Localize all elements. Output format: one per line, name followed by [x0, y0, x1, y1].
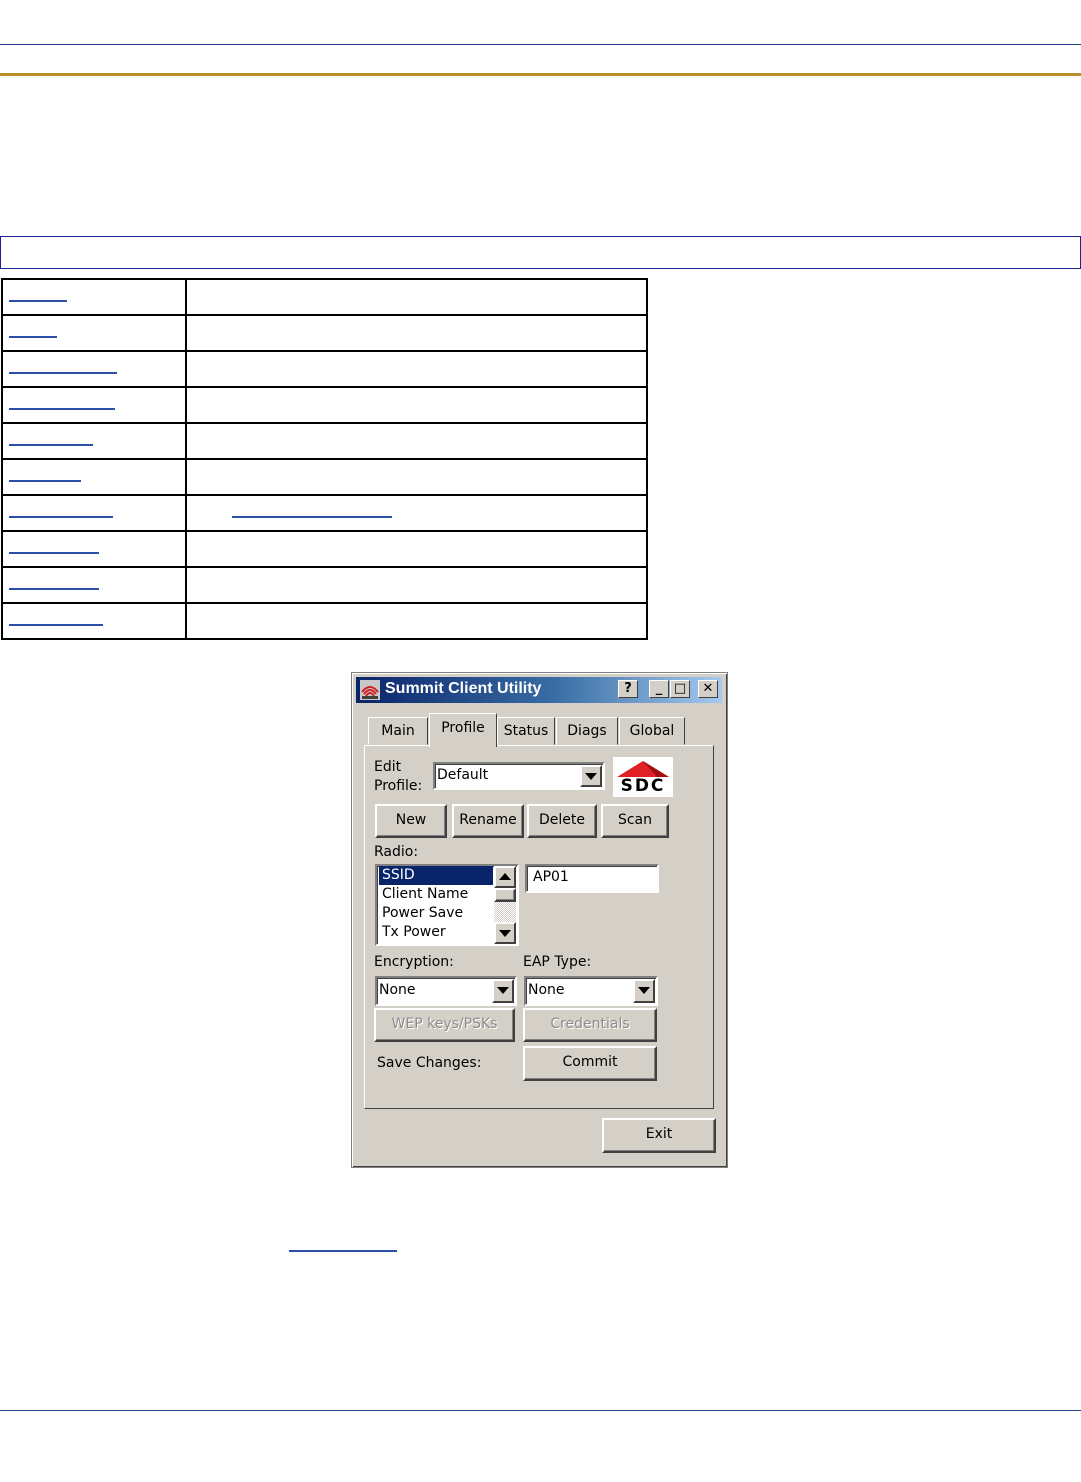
- table-row: [1, 602, 648, 640]
- table-row: [1, 458, 648, 496]
- table-link[interactable]: [9, 408, 115, 410]
- radio-listbox[interactable]: SSID Client Name Power Save Tx Power: [375, 864, 519, 946]
- tab-global[interactable]: Global: [619, 717, 685, 745]
- table-link[interactable]: [9, 480, 81, 482]
- table-link[interactable]: [9, 372, 117, 374]
- list-item[interactable]: Client Name: [379, 885, 493, 904]
- table-row: [1, 386, 648, 424]
- save-changes-label: Save Changes:: [377, 1055, 482, 1071]
- header-gold-rule: [0, 73, 1081, 76]
- eap-type-select-value: None: [528, 982, 565, 998]
- header-rule: [0, 44, 1081, 45]
- table-row: [1, 494, 648, 532]
- table-row: [1, 350, 648, 388]
- table-link[interactable]: [9, 588, 99, 590]
- list-item[interactable]: SSID: [379, 866, 493, 885]
- help-button[interactable]: ?: [618, 680, 638, 698]
- table-link[interactable]: [9, 336, 57, 338]
- radio-value-field[interactable]: AP01: [525, 864, 659, 893]
- scroll-up-arrow-icon[interactable]: [494, 866, 516, 888]
- profile-select[interactable]: Default: [433, 762, 605, 790]
- maximize-button[interactable]: □: [670, 680, 690, 698]
- chevron-down-icon[interactable]: [580, 765, 602, 787]
- delete-button[interactable]: Delete: [527, 804, 597, 838]
- list-scrollbar[interactable]: [494, 866, 516, 944]
- list-item[interactable]: Tx Power: [379, 923, 493, 942]
- radio-label: Radio:: [374, 844, 419, 860]
- tab-profile[interactable]: Profile: [429, 713, 497, 747]
- encryption-select-value: None: [379, 982, 416, 998]
- scroll-thumb[interactable]: [494, 888, 516, 902]
- title-bar[interactable]: Summit Client Utility ? _ □ ✕: [356, 677, 722, 703]
- chevron-down-icon[interactable]: [492, 979, 514, 1003]
- window-title: Summit Client Utility: [385, 680, 542, 697]
- scroll-down-arrow-icon[interactable]: [494, 922, 516, 944]
- encryption-label: Encryption:: [374, 954, 454, 970]
- wireless-app-icon: [360, 680, 380, 700]
- credentials-button[interactable]: Credentials: [523, 1008, 657, 1042]
- tab-diags[interactable]: Diags: [556, 717, 618, 745]
- eap-type-label: EAP Type:: [523, 954, 592, 970]
- exit-button[interactable]: Exit: [602, 1118, 716, 1153]
- section-banner: [0, 236, 1081, 269]
- edit-profile-label: Edit Profile:: [374, 759, 423, 794]
- table-link[interactable]: [232, 516, 392, 518]
- new-button[interactable]: New: [375, 804, 447, 838]
- close-button[interactable]: ✕: [698, 680, 718, 698]
- table-link[interactable]: [9, 552, 99, 554]
- summit-client-window: Summit Client Utility ? _ □ ✕ Main Profi…: [351, 672, 728, 1168]
- body-link[interactable]: [289, 1250, 397, 1252]
- table-row: [1, 314, 648, 352]
- settings-table: [1, 278, 648, 640]
- rename-button[interactable]: Rename: [452, 804, 524, 838]
- scan-button[interactable]: Scan: [601, 804, 669, 838]
- table-link[interactable]: [9, 624, 103, 626]
- commit-button[interactable]: Commit: [523, 1046, 657, 1081]
- eap-type-select[interactable]: None: [524, 976, 658, 1006]
- table-row: [1, 278, 648, 316]
- wep-keys-button[interactable]: WEP keys/PSKs: [374, 1008, 515, 1042]
- table-link[interactable]: [9, 444, 93, 446]
- profile-select-value: Default: [437, 767, 489, 783]
- tab-main[interactable]: Main: [368, 717, 428, 745]
- table-link[interactable]: [9, 300, 67, 302]
- footer-rule: [0, 1410, 1081, 1411]
- table-link[interactable]: [9, 516, 113, 518]
- tab-status[interactable]: Status: [497, 717, 555, 745]
- minimize-button[interactable]: _: [649, 680, 669, 698]
- chevron-down-icon[interactable]: [633, 979, 655, 1003]
- encryption-select[interactable]: None: [375, 976, 517, 1006]
- table-row: [1, 530, 648, 568]
- profile-panel: Edit Profile: Default SDC New Rename Del…: [364, 745, 714, 1109]
- list-item[interactable]: Power Save: [379, 904, 493, 923]
- table-row: [1, 422, 648, 460]
- sdc-logo: SDC: [613, 757, 673, 797]
- table-row: [1, 566, 648, 604]
